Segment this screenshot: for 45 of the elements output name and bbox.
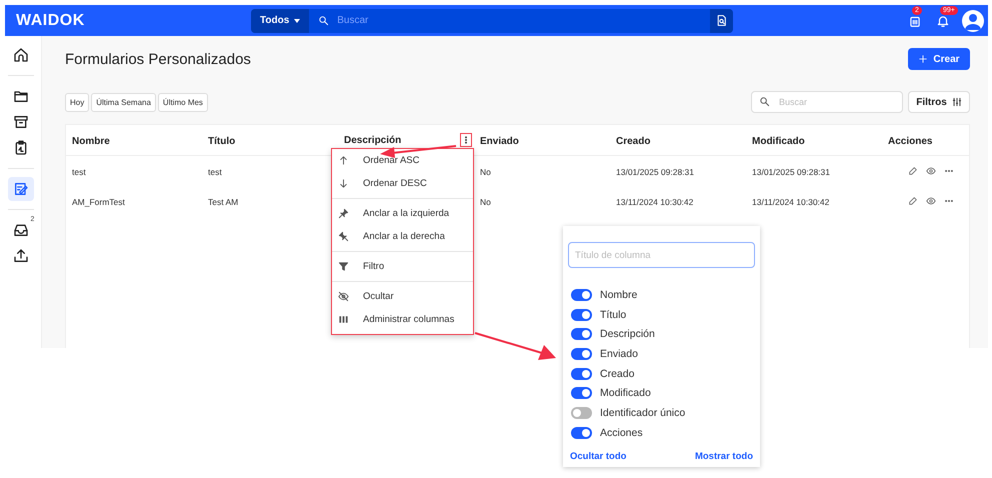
show-all-link[interactable]: Mostrar todo: [694, 450, 753, 462]
table-cell: Test AM: [208, 197, 238, 207]
toggle-label: Enviado: [600, 348, 638, 360]
column-header[interactable]: Modificado: [752, 136, 805, 147]
date-filter-button[interactable]: Última Semana: [91, 92, 156, 112]
global-search-field[interactable]: Todos Buscar: [251, 8, 733, 32]
menu-item[interactable]: Administrar columnas: [332, 308, 473, 331]
column-title-field[interactable]: Título de columna: [568, 242, 755, 268]
column-header[interactable]: Creado: [616, 136, 650, 147]
column-header[interactable]: Enviado: [480, 136, 519, 147]
toggle-label: Descripción: [600, 328, 655, 340]
table-cell: AM_FormTest: [72, 197, 125, 207]
toggle-label: Modificado: [600, 387, 651, 400]
date-filter-button[interactable]: Último Mes: [158, 92, 208, 112]
toggle-label: Acciones: [600, 426, 643, 439]
table-cell: No: [480, 197, 491, 207]
column-header[interactable]: Título: [208, 136, 236, 147]
menu-item[interactable]: Ordenar DESC: [332, 172, 473, 195]
table-cell: 13/01/2025 09:28:31: [752, 167, 830, 177]
menu-item[interactable]: Ordenar ASC: [332, 149, 473, 172]
table-cell: test: [208, 167, 222, 177]
menu-item[interactable]: Anclar a la derecha: [332, 225, 473, 248]
filters-button[interactable]: Filtros: [908, 91, 970, 113]
column-header[interactable]: Descripción: [344, 134, 402, 146]
table-cell: test: [72, 167, 86, 177]
table-cell: 13/01/2025 09:28:31: [616, 167, 694, 177]
search-field[interactable]: Buscar: [751, 91, 903, 113]
menu-item[interactable]: Anclar a la izquierda: [332, 202, 473, 225]
table-cell: No: [480, 167, 491, 177]
toggle-label: Título: [600, 308, 626, 321]
scope-dropdown[interactable]: Todos: [251, 8, 310, 32]
table-cell: 13/11/2024 10:30:42: [616, 197, 694, 207]
menu-item[interactable]: Filtro: [332, 255, 473, 278]
create-button[interactable]: Crear: [908, 48, 970, 70]
page-title: Formularios Personalizados: [65, 50, 251, 68]
logo: WAIDOK: [15, 12, 86, 30]
date-filter-button[interactable]: Hoy: [65, 92, 90, 112]
table-cell: 13/11/2024 10:30:42: [752, 197, 830, 207]
column-header[interactable]: Acciones: [888, 136, 932, 147]
hide-all-link[interactable]: Ocultar todo: [570, 450, 626, 462]
menu-item[interactable]: Ocultar: [332, 285, 473, 308]
toggle-label: Identificador único: [600, 406, 686, 419]
toggle-label: Nombre: [600, 288, 638, 301]
column-header[interactable]: Nombre: [72, 136, 110, 147]
toggle-label: Creado: [600, 368, 634, 380]
